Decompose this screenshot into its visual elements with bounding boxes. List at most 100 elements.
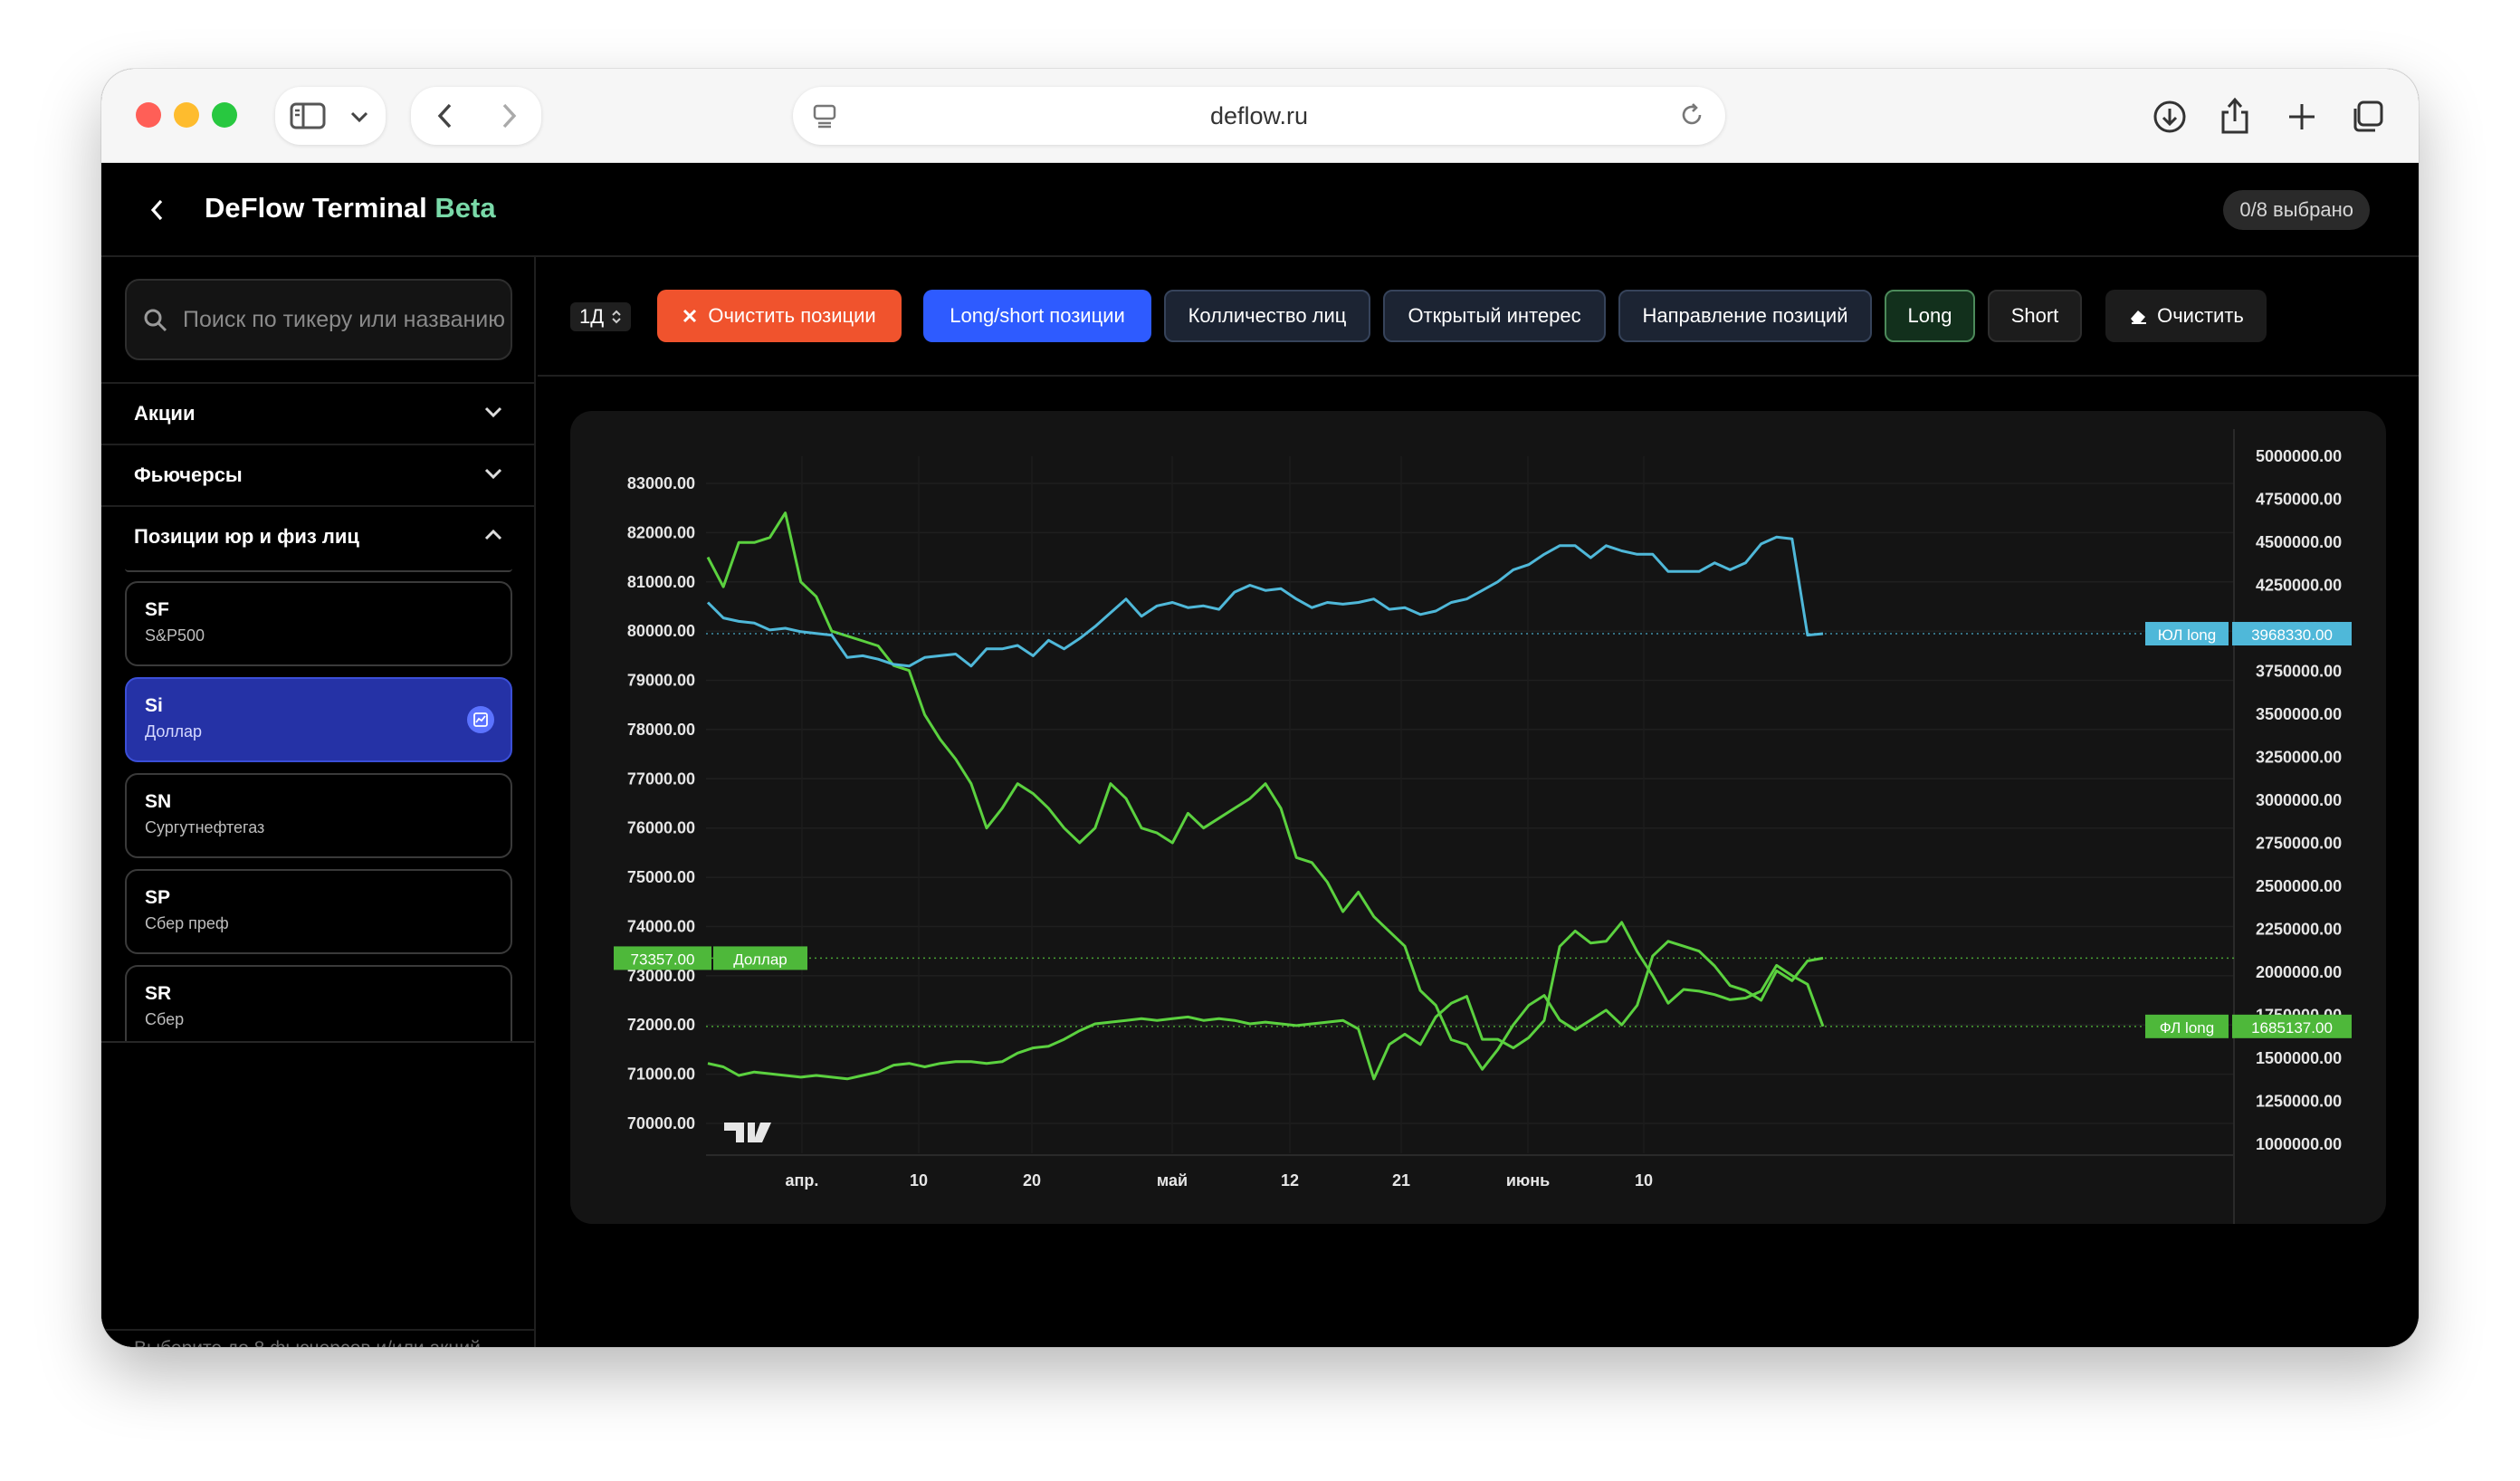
right-axis-tick-label: 4750000.00 [2256,491,2342,509]
beta-badge: Beta [434,192,496,224]
search-icon [143,308,168,339]
persons-count-label: Колличество лиц [1188,304,1347,327]
list-item-si[interactable]: Si Доллар [125,677,512,762]
timeframe-select[interactable]: 1Д [570,302,632,331]
section-positions-label: Позиции юр и физ лиц [134,525,359,548]
short-filter-label: Short [2010,304,2059,327]
section-stocks[interactable]: Акции [101,382,534,444]
right-axis-tick-label: 3750000.00 [2256,663,2342,681]
list-item-sr[interactable]: SR Сбер [125,965,512,1041]
chevron-down-icon[interactable] [346,103,373,130]
right-axis-tick-label: 3250000.00 [2256,749,2342,767]
left-axis-tick-label: 79000.00 [627,672,695,690]
right-axis-tick-label: 2500000.00 [2256,877,2342,895]
left-axis-tick-label: 81000.00 [627,573,695,591]
chart-canvas[interactable]: 83000.00 82000.00 81000.00 80000.00 79000.00… [570,411,2386,1224]
main-panel: 1Д Очистить позиции Long/short позиции К… [538,257,2419,1347]
section-futures[interactable]: Фьючерсы [101,444,534,505]
left-axis-tick-label: 76000.00 [627,819,695,837]
direction-label: Направление позиций [1642,304,1848,327]
x-axis-tick-label: 21 [1392,1171,1410,1190]
share-icon[interactable] [2214,94,2256,138]
item-name: S&P500 [145,626,205,645]
minimize-window-button[interactable] [174,102,199,128]
clear-button[interactable]: Очистить [2105,290,2267,342]
open-interest-label: Открытый интерес [1408,304,1581,327]
updown-chevron-icon [612,310,621,324]
chevron-down-icon [484,468,502,480]
item-name: Сбер [145,1010,185,1028]
chart-toolbar: 1Д Очистить позиции Long/short позиции К… [538,257,2419,377]
left-axis-tick-label: 78000.00 [627,721,695,739]
list-item-sf[interactable]: SF S&P500 [125,581,512,666]
item-ticker: SP [145,887,171,908]
list-item-sp[interactable]: SP Сбер преф [125,869,512,954]
x-axis-tick-label: 10 [1635,1171,1653,1190]
direction-button[interactable]: Направление позиций [1618,290,1872,342]
close-window-button[interactable] [136,102,161,128]
item-name: Сургутнефтегаз [145,818,265,836]
item-ticker: SR [145,983,172,1004]
chevron-up-icon [484,529,502,540]
left-axis-tick-label: 77000.00 [627,769,695,788]
chart-panel: 83000.00 82000.00 81000.00 80000.00 79000.00… [570,411,2386,1224]
right-axis-tick-label: 4250000.00 [2256,577,2342,595]
long-short-button[interactable]: Long/short позиции [923,290,1151,342]
x-axis-tick-label: 20 [1023,1171,1041,1190]
series-line-3 [707,921,1825,1081]
chevron-down-icon [484,406,502,418]
right-axis-tick-label: 1250000.00 [2256,1093,2342,1111]
long-short-label: Long/short позиции [950,304,1125,327]
series-line-1 [706,511,1824,1071]
back-icon[interactable] [427,100,463,132]
long-filter-button[interactable]: Long [1885,290,1975,342]
reload-icon[interactable] [1678,101,1705,135]
left-axis-tick-label: 70000.00 [627,1114,695,1132]
section-positions[interactable]: Позиции юр и физ лиц [101,505,534,567]
clear-positions-button[interactable]: Очистить позиции [657,290,902,342]
left-axis-tick-label: 82000.00 [627,523,695,541]
right-axis-tick-label: 3500000.00 [2256,705,2342,723]
short-filter-button[interactable]: Short [1988,290,2082,342]
price-series-name: Доллар [733,951,788,968]
page-settings-icon[interactable] [813,103,836,135]
open-interest-button[interactable]: Открытый интерес [1383,290,1606,342]
chart-icon[interactable] [467,706,494,733]
address-bar[interactable]: deflow.ru [793,87,1725,145]
back-arrow-icon[interactable] [148,197,167,227]
downloads-icon[interactable] [2149,96,2191,138]
series-name-label-3: ФЛ long [2160,1019,2214,1037]
eraser-icon [2131,311,2147,324]
series-line-2 [706,535,1824,668]
section-stocks-label: Акции [134,402,196,425]
x-axis-tick-label: май [1157,1171,1188,1190]
item-name: Сбер преф [145,914,229,932]
app-title: DeFlow Terminal Beta [205,192,496,225]
right-axis-tick-label: 2750000.00 [2256,835,2342,853]
browser-toolbar: deflow.ru [101,69,2419,163]
app-root: DeFlow Terminal Beta 0/8 выбрано Поиск п… [101,163,2419,1347]
list-scroll-edge [125,569,512,572]
x-axis-tick-label: 10 [910,1171,928,1190]
tab-overview-icon[interactable] [2346,96,2388,138]
price-label-value: 73357.00 [631,951,695,968]
timeframe-value: 1Д [579,305,605,328]
right-axis-tick-label: 1000000.00 [2256,1135,2342,1153]
item-ticker: SF [145,599,169,620]
forward-icon[interactable] [491,100,527,132]
new-tab-icon[interactable] [2281,96,2323,138]
list-item-sn[interactable]: SN Сургутнефтегаз [125,773,512,858]
sidebar-icon[interactable] [288,100,328,132]
series-value-label-2: 3968330.00 [2251,626,2333,644]
sidebar-footer-hint: Выберите до 8 фьючерсов и/или акций [134,1338,481,1347]
search-input[interactable]: Поиск по тикеру или названию [125,279,512,360]
sidebar-footer-divider [101,1329,534,1331]
item-ticker: Si [145,695,163,716]
right-axis-tick-label: 1500000.00 [2256,1049,2342,1067]
zoom-window-button[interactable] [212,102,237,128]
right-axis-tick-label: 2250000.00 [2256,921,2342,939]
url-text: deflow.ru [1209,101,1309,129]
persons-count-button[interactable]: Колличество лиц [1164,290,1370,342]
right-axis-tick-label: 2000000.00 [2256,963,2342,981]
item-name: Доллар [145,722,203,740]
